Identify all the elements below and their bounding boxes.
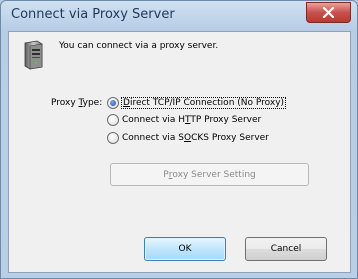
radio-button-checked[interactable] (107, 97, 119, 109)
radio-socks-label-pre: Connect via S (122, 133, 184, 143)
proxy-type-label-post: ype: (82, 98, 103, 108)
radio-socks-label-post: CKS Proxy Server (191, 133, 269, 143)
radio-socks-label: Connect via SOCKS Proxy Server (122, 133, 269, 143)
close-button[interactable] (306, 2, 351, 23)
proxy-type-label-pre: Proxy (51, 98, 79, 108)
proxy-setting-label-post: oxy Server Setting (172, 169, 256, 180)
radio-button[interactable] (107, 132, 119, 144)
radio-http-proxy[interactable]: Connect via HTTP Proxy Server (107, 113, 261, 127)
proxy-server-setting-button[interactable]: Pr oxy Server Setting (110, 163, 309, 186)
radio-http-label-post: TP Proxy Server (190, 115, 262, 125)
radio-http-label-pre: Connect via H (122, 115, 186, 125)
close-icon (322, 7, 335, 18)
radio-direct-label-mnemonic: D (123, 98, 130, 108)
dialog-body: You can connect via a proxy server. Prox… (8, 31, 351, 273)
radio-http-label: Connect via HTTP Proxy Server (122, 115, 261, 125)
title-bar[interactable]: Connect via Proxy Server (1, 1, 357, 31)
cancel-button[interactable]: Cancel (245, 237, 327, 261)
ok-button[interactable]: OK (144, 237, 226, 261)
radio-direct-connection[interactable]: Direct TCP/IP Connection (No Proxy) (107, 96, 287, 110)
radio-direct-label-post: irect TCP/IP Connection (No Proxy) (129, 98, 285, 108)
computer-tower-icon (24, 40, 43, 70)
radio-button[interactable] (107, 114, 119, 126)
intro-text: You can connect via a proxy server. (59, 41, 219, 51)
radio-direct-label: Direct TCP/IP Connection (No Proxy) (120, 97, 287, 109)
dialog-window: Connect via Proxy Server You can connect… (0, 0, 358, 279)
proxy-type-label: Proxy Type: (51, 98, 102, 108)
radio-socks-proxy[interactable]: Connect via SOCKS Proxy Server (107, 131, 269, 145)
window-title: Connect via Proxy Server (11, 7, 175, 22)
